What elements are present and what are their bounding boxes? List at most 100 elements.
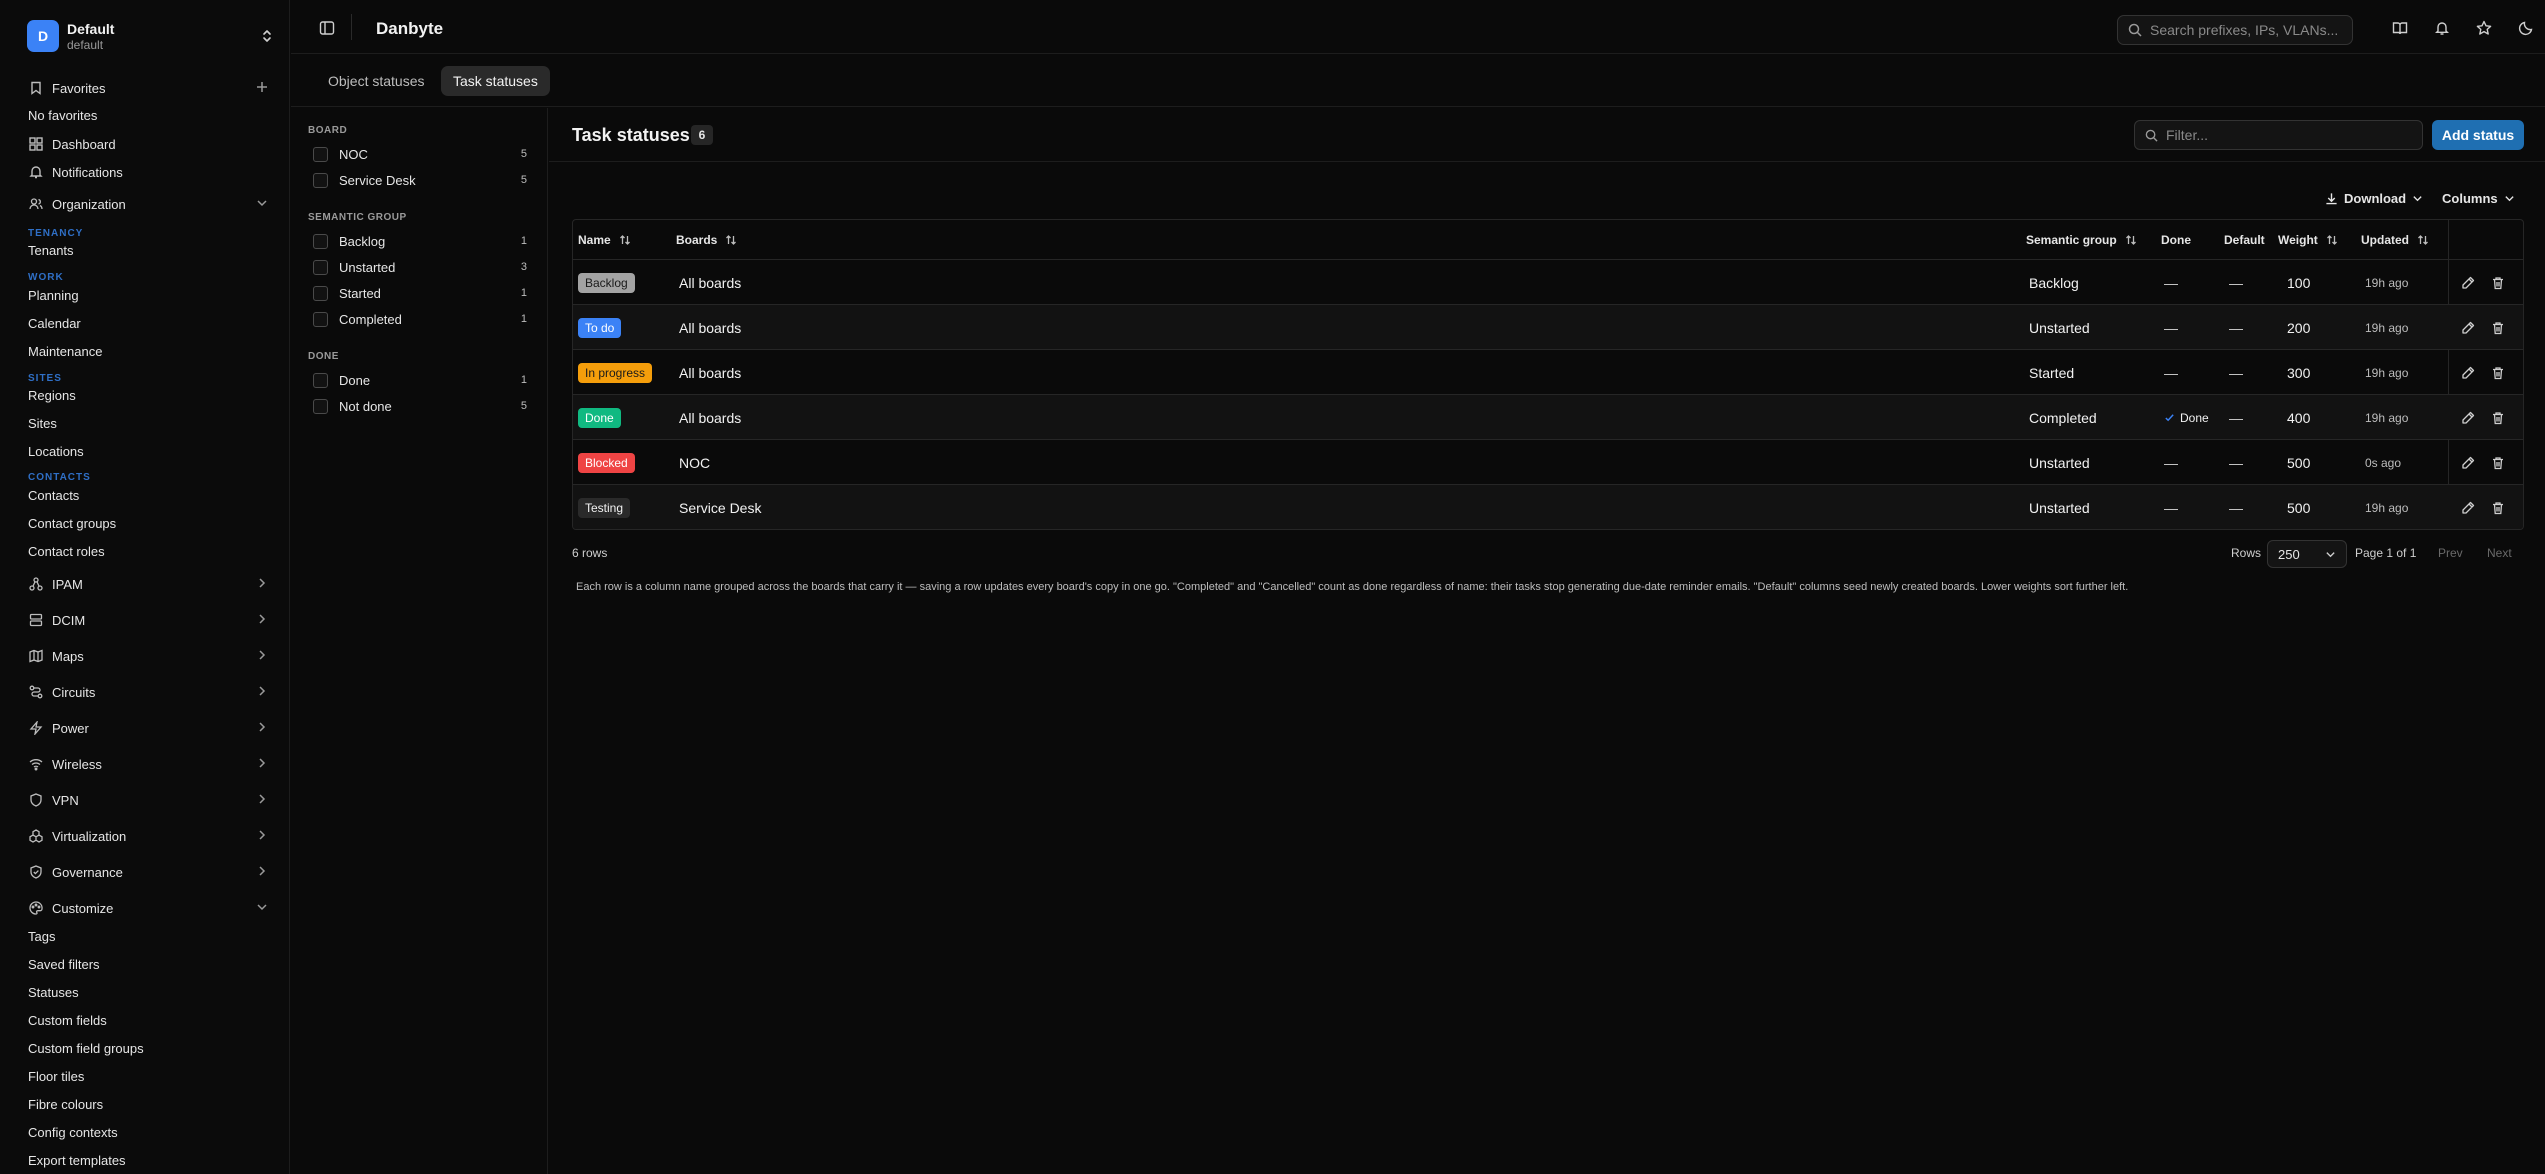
sidebar-item-contact-groups[interactable]: Contact groups <box>28 515 116 533</box>
filter-option[interactable]: Started 1 <box>313 284 527 302</box>
sidebar-item-custom-field-groups[interactable]: Custom field groups <box>28 1040 144 1058</box>
table-filter[interactable] <box>2134 120 2423 150</box>
columns-button[interactable]: Columns <box>2442 188 2515 208</box>
sidebar-group-wireless[interactable]: Wireless <box>28 754 268 774</box>
filter-option[interactable]: Unstarted 3 <box>313 258 527 276</box>
sidebar-group-organization[interactable]: Organization <box>28 194 268 214</box>
page-title: Task statuses <box>572 125 690 145</box>
filter-heading-semantic-group: SEMANTIC GROUP <box>308 212 407 223</box>
sidebar-favorites[interactable]: Favorites <box>28 78 268 98</box>
page-size-select[interactable]: 250 <box>2267 540 2347 568</box>
cell-done: — <box>2164 364 2178 381</box>
checkbox[interactable] <box>313 398 328 414</box>
sort-icon[interactable] <box>725 234 737 246</box>
edit-icon[interactable] <box>2461 305 2475 350</box>
sidebar-item-planning[interactable]: Planning <box>28 287 79 305</box>
trash-icon[interactable] <box>2491 485 2505 529</box>
cell-weight: 300 <box>2287 364 2311 381</box>
edit-icon[interactable] <box>2461 485 2475 529</box>
filter-option[interactable]: Backlog 1 <box>313 232 527 250</box>
sidebar-item-config-contexts[interactable]: Config contexts <box>28 1124 118 1142</box>
checkbox[interactable] <box>313 311 328 327</box>
sidebar-item-maintenance[interactable]: Maintenance <box>28 343 102 361</box>
filter-option[interactable]: NOC 5 <box>313 145 527 163</box>
checkbox[interactable] <box>313 233 328 249</box>
sidebar-item-regions[interactable]: Regions <box>28 387 76 405</box>
workspace-switcher[interactable]: D Default default <box>16 16 274 56</box>
filter-option[interactable]: Not done 5 <box>313 397 527 415</box>
trash-icon[interactable] <box>2491 305 2505 350</box>
next-button[interactable]: Next <box>2487 546 2512 560</box>
sidebar-group-power[interactable]: Power <box>28 718 268 738</box>
sidebar-group-customize[interactable]: Customize <box>28 898 268 918</box>
checkbox[interactable] <box>313 372 328 388</box>
bell-icon[interactable] <box>2434 20 2450 36</box>
checkbox[interactable] <box>313 259 328 275</box>
table-row[interactable]: To do All boards Unstarted — — 200 19h a… <box>573 305 2523 350</box>
table-row[interactable]: Testing Service Desk Unstarted — — 500 1… <box>573 485 2523 529</box>
sidebar-item-notifications[interactable]: Notifications <box>28 162 268 182</box>
sort-icon[interactable] <box>2326 234 2338 246</box>
add-status-button[interactable]: Add status <box>2432 120 2524 150</box>
sidebar-item-contacts[interactable]: Contacts <box>28 487 79 505</box>
checkbox[interactable] <box>313 172 328 188</box>
sidebar-group-dcim[interactable]: DCIM <box>28 610 268 630</box>
sidebar-group-maps[interactable]: Maps <box>28 646 268 666</box>
sidebar-item-saved-filters[interactable]: Saved filters <box>28 956 100 974</box>
sidebar-item-statuses[interactable]: Statuses <box>28 984 79 1002</box>
filter-option[interactable]: Completed 1 <box>313 310 527 328</box>
filter-option[interactable]: Done 1 <box>313 371 527 389</box>
sidebar-group-virtualization[interactable]: Virtualization <box>28 826 268 846</box>
star-icon[interactable] <box>2476 20 2492 36</box>
table-filter-input[interactable] <box>2166 127 2416 143</box>
column-header-name: Name <box>578 220 631 260</box>
tab-object-statuses[interactable]: Object statuses <box>316 66 437 96</box>
trash-icon[interactable] <box>2491 260 2505 305</box>
table-row[interactable]: Done All boards Completed Done — 400 19h… <box>573 395 2523 440</box>
edit-icon[interactable] <box>2461 260 2475 305</box>
sidebar-item-label: IPAM <box>52 576 83 592</box>
sidebar-group-governance[interactable]: Governance <box>28 862 268 882</box>
table-row[interactable]: Blocked NOC Unstarted — — 500 0s ago <box>573 440 2523 485</box>
trash-icon[interactable] <box>2491 395 2505 440</box>
sidebar-item-sites[interactable]: Sites <box>28 415 57 433</box>
sidebar-item-locations[interactable]: Locations <box>28 443 84 461</box>
moon-icon[interactable] <box>2518 20 2534 36</box>
edit-icon[interactable] <box>2461 350 2475 395</box>
sidebar-item-export-templates[interactable]: Export templates <box>28 1152 126 1170</box>
sidebar-item-custom-fields[interactable]: Custom fields <box>28 1012 107 1030</box>
checkbox[interactable] <box>313 146 328 162</box>
trash-icon[interactable] <box>2491 350 2505 395</box>
sidebar-item-contact-roles[interactable]: Contact roles <box>28 543 105 561</box>
filter-option[interactable]: Service Desk 5 <box>313 171 527 189</box>
table-row[interactable]: Backlog All boards Backlog — — 100 19h a… <box>573 260 2523 305</box>
chevron-right-icon <box>256 577 268 589</box>
sort-icon[interactable] <box>2417 234 2429 246</box>
sidebar-item-calendar[interactable]: Calendar <box>28 315 81 333</box>
tab-task-statuses[interactable]: Task statuses <box>441 66 550 96</box>
global-search-input[interactable] <box>2150 22 2350 38</box>
sidebar-toggle-icon[interactable] <box>319 20 335 36</box>
download-button[interactable]: Download <box>2325 188 2423 208</box>
sidebar-item-tags[interactable]: Tags <box>28 928 55 946</box>
book-open-icon[interactable] <box>2392 20 2408 36</box>
sidebar-item-floor-tiles[interactable]: Floor tiles <box>28 1068 84 1086</box>
cell-boards: NOC <box>679 454 711 471</box>
edit-icon[interactable] <box>2461 395 2475 440</box>
cell-updated: 0s ago <box>2365 455 2402 470</box>
plus-icon[interactable] <box>256 81 268 93</box>
global-search[interactable] <box>2117 15 2353 45</box>
sidebar-group-ipam[interactable]: IPAM <box>28 574 268 594</box>
sort-icon[interactable] <box>2125 234 2137 246</box>
sort-icon[interactable] <box>619 234 631 246</box>
sidebar-item-fibre-colours[interactable]: Fibre colours <box>28 1096 103 1114</box>
sidebar-group-circuits[interactable]: Circuits <box>28 682 268 702</box>
sidebar-item-dashboard[interactable]: Dashboard <box>28 134 268 154</box>
prev-button[interactable]: Prev <box>2438 546 2463 560</box>
checkbox[interactable] <box>313 285 328 301</box>
sidebar-item-tenants[interactable]: Tenants <box>28 242 74 260</box>
edit-icon[interactable] <box>2461 440 2475 485</box>
table-row[interactable]: In progress All boards Started — — 300 1… <box>573 350 2523 395</box>
sidebar-group-vpn[interactable]: VPN <box>28 790 268 810</box>
trash-icon[interactable] <box>2491 440 2505 485</box>
